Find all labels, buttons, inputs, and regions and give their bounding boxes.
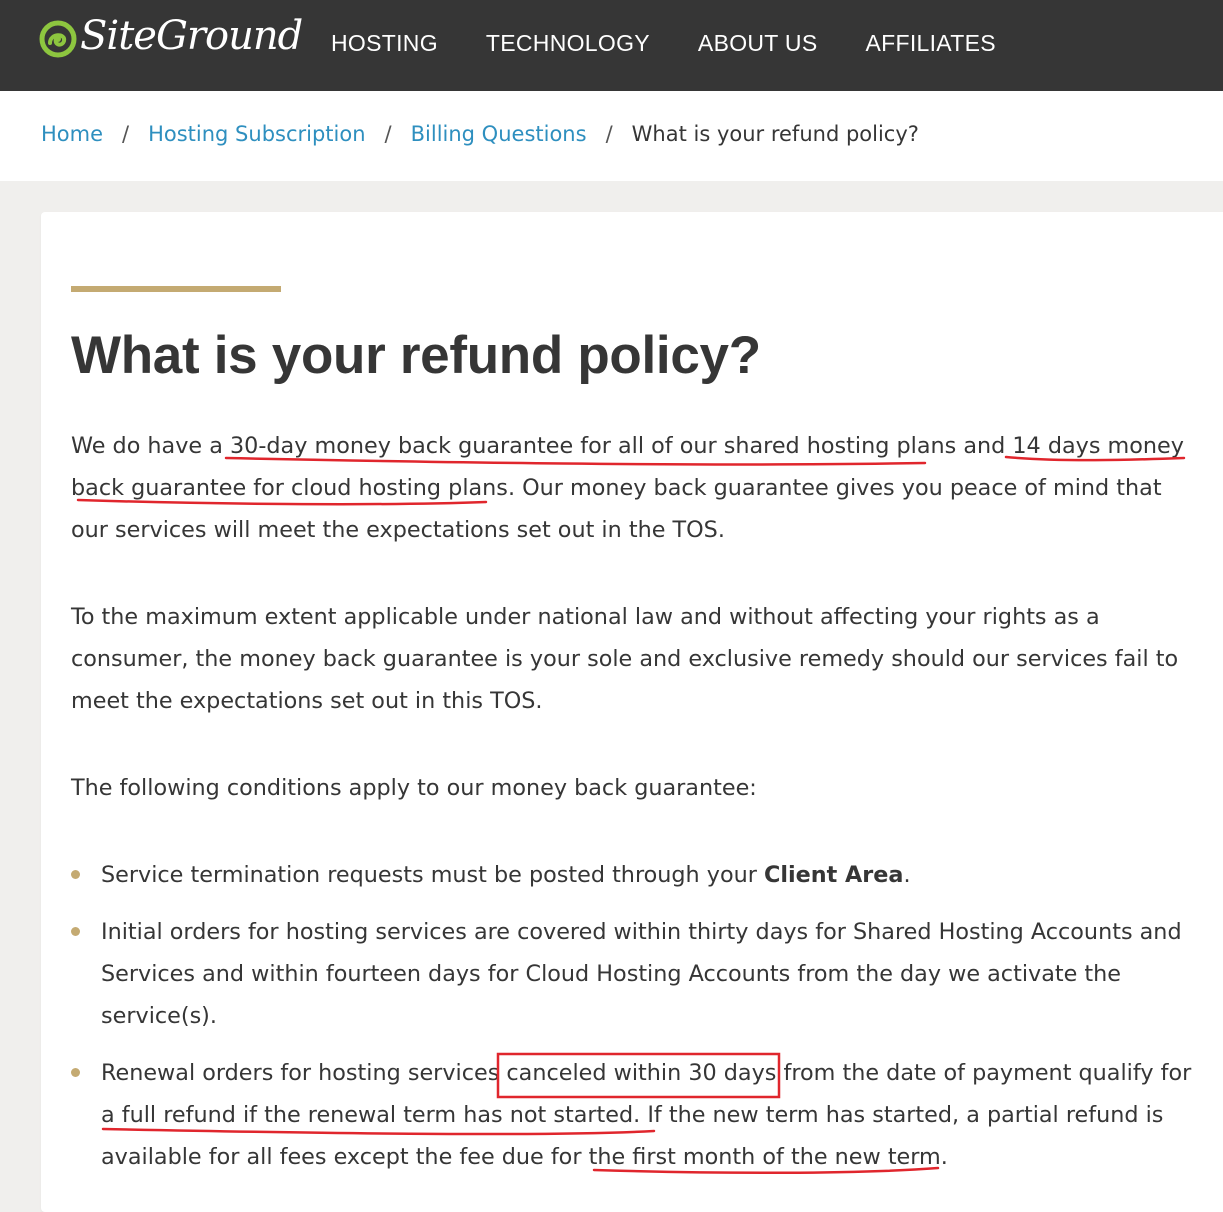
nav-item-hosting[interactable]: HOSTING (331, 30, 438, 57)
breadcrumb-current-page: What is your refund policy? (631, 122, 919, 146)
logo-wordmark: SiteGround (80, 13, 303, 59)
list-item-text: Initial orders for hosting services are … (101, 919, 1182, 1029)
list-item-text: from the date of payment qualify for (776, 1060, 1192, 1086)
top-navigation-bar: SiteGround HOSTING TECHNOLOGY ABOUT US A… (0, 0, 1223, 91)
list-item-text: . (940, 1144, 948, 1170)
conditions-list: Service termination requests must be pos… (71, 854, 1201, 896)
breadcrumb: Home / Hosting Subscription / Billing Qu… (41, 122, 919, 146)
conditions-list: Initial orders for hosting services are … (71, 911, 1201, 1037)
underlined-first-month: the first month of the new term (588, 1144, 941, 1170)
breadcrumb-separator: / (384, 122, 392, 146)
nav-item-about-us[interactable]: ABOUT US (698, 30, 818, 57)
list-item: Service termination requests must be pos… (71, 854, 1201, 896)
breadcrumb-separator: / (605, 122, 613, 146)
breadcrumb-link-home[interactable]: Home (41, 122, 103, 146)
client-area-emphasis: Client Area (763, 862, 904, 888)
paragraph-sole-remedy: To the maximum extent applicable under n… (71, 604, 1179, 714)
underlined-shared-guarantee: 30-day money back guarantee for all of o… (229, 433, 957, 459)
list-item-text: Service termination requests must be pos… (101, 862, 764, 888)
breadcrumb-link-hosting-subscription[interactable]: Hosting Subscription (148, 122, 365, 146)
boxed-cancel-window: canceled within 30 days (506, 1060, 777, 1086)
underlined-full-refund: a full refund if the renewal term has no… (101, 1102, 634, 1128)
bullet-dot (71, 1068, 80, 1077)
bullet-dot (71, 870, 80, 879)
list-item-text: Renewal orders for hosting services (101, 1060, 507, 1086)
list-item: Renewal orders for hosting services canc… (71, 1052, 1201, 1178)
paragraph-conditions-intro: The following conditions apply to our mo… (71, 775, 757, 801)
list-item: Initial orders for hosting services are … (71, 911, 1201, 1037)
nav-item-affiliates[interactable]: AFFILIATES (865, 30, 995, 57)
nav-item-technology[interactable]: TECHNOLOGY (486, 30, 650, 57)
siteground-logo[interactable]: SiteGround (38, 6, 303, 66)
list-item-text: . (903, 862, 911, 888)
article-title: What is your refund policy? (71, 326, 761, 385)
bullet-dot (71, 927, 80, 936)
conditions-list: Renewal orders for hosting services canc… (71, 1052, 1201, 1178)
siteground-swirl-icon (39, 20, 77, 58)
paragraph-text: We do have a (71, 433, 230, 459)
title-accent-bar (71, 286, 281, 292)
breadcrumb-link-billing-questions[interactable]: Billing Questions (411, 122, 587, 146)
paragraph-guarantee: We do have a 30-day money back guarantee… (71, 425, 1201, 551)
paragraph-text: and (956, 433, 1013, 459)
breadcrumb-separator: / (122, 122, 130, 146)
main-nav: HOSTING TECHNOLOGY ABOUT US AFFILIATES (331, 30, 1044, 57)
